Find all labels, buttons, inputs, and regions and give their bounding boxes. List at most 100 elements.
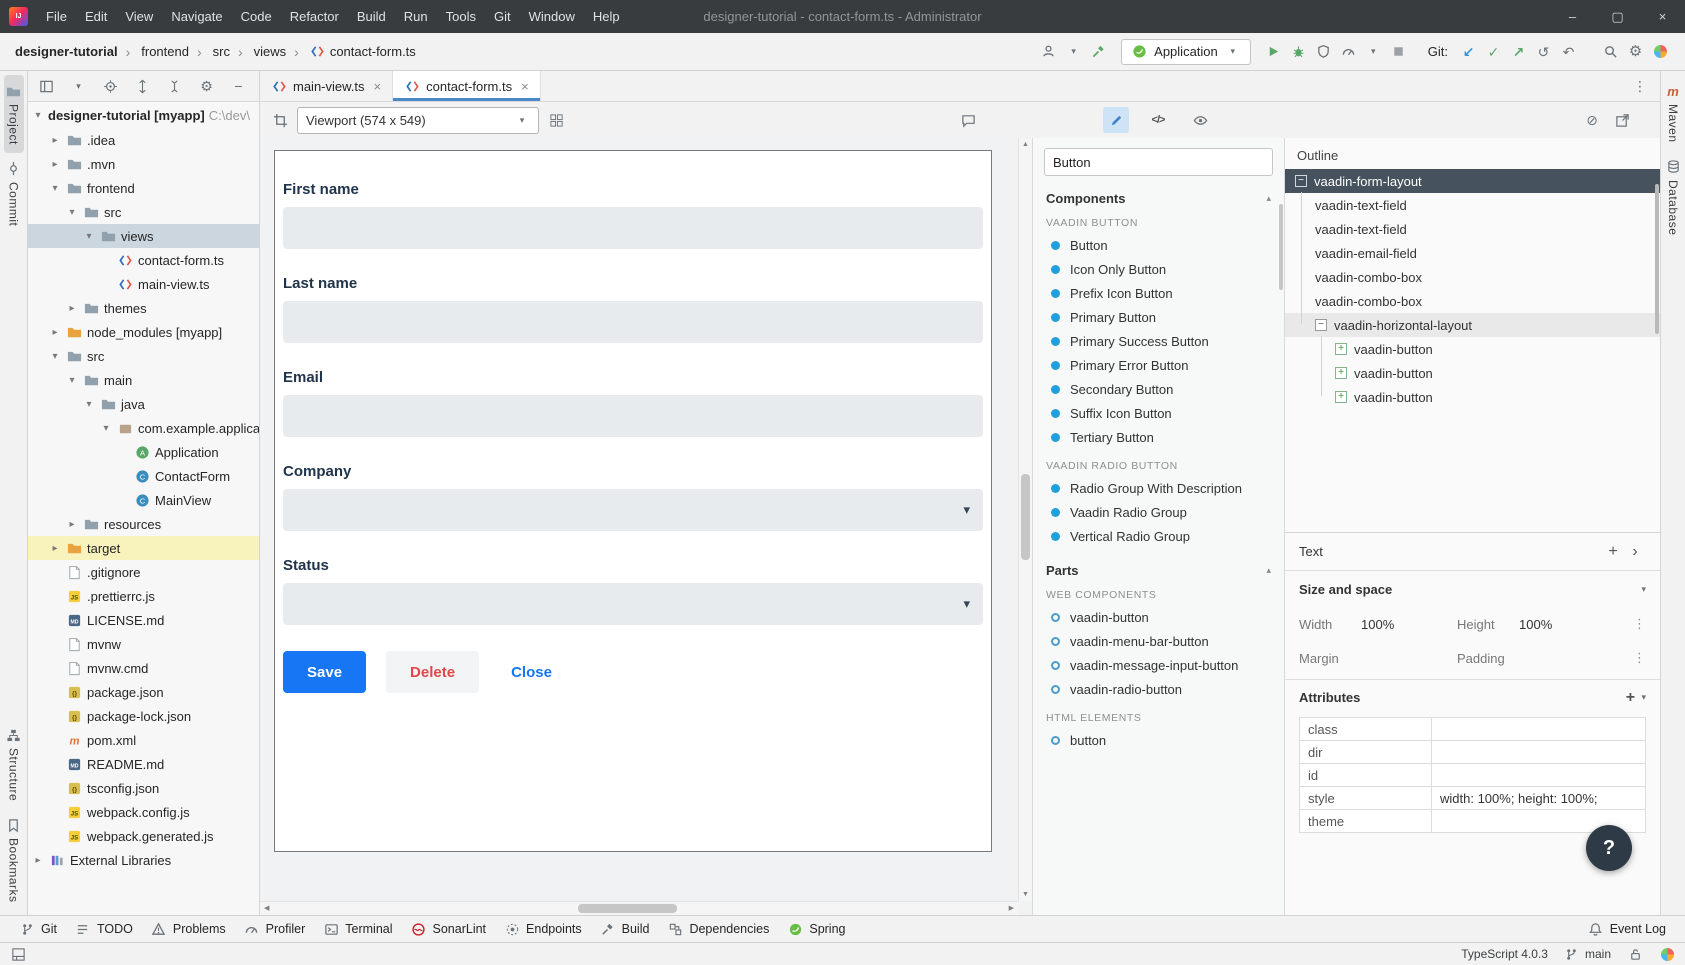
tree-chevron-icon[interactable]: ▾ (83, 399, 95, 410)
close-tab-icon[interactable]: × (521, 79, 529, 94)
scroll-up-icon[interactable]: ▲ (1019, 141, 1032, 148)
settings-icon[interactable]: ⚙ (1623, 39, 1648, 64)
tree-item[interactable]: mpom.xml (28, 728, 259, 752)
tree-item[interactable]: mvnw (28, 632, 259, 656)
tree-item[interactable]: mvnw.cmd (28, 656, 259, 680)
breadcrumb-item[interactable]: contact-form.ts (289, 44, 419, 60)
tool-window-button[interactable]: SonarLint (402, 916, 496, 942)
gear-icon[interactable]: ⚙ (194, 74, 219, 99)
palette-item[interactable]: Vaadin Radio Group (1044, 500, 1273, 524)
scroll-left-icon[interactable]: ◀ (264, 904, 269, 912)
stripe-tool-button[interactable]: Commit (4, 153, 24, 234)
menu-item[interactable]: Code (232, 0, 281, 33)
tree-item[interactable]: ▸themes (28, 296, 259, 320)
comment-icon[interactable] (960, 112, 976, 128)
tree-item[interactable]: ▾com.example.applica (28, 416, 259, 440)
collapse-section-icon[interactable]: ▴ (1266, 193, 1271, 204)
tree-chevron-icon[interactable]: ▸ (32, 855, 44, 866)
minimize-window-icon[interactable]: – (1550, 0, 1595, 33)
stripe-tool-button[interactable]: Bookmarks (4, 809, 24, 911)
chevron-down-icon[interactable]: ▾ (1361, 39, 1386, 64)
tree-item[interactable]: ▸External Libraries (28, 848, 259, 872)
field-input[interactable] (283, 207, 983, 249)
menu-item[interactable]: Build (348, 0, 395, 33)
expand-box-icon[interactable]: + (1335, 391, 1347, 403)
more-options-icon[interactable]: ⋮ (1605, 616, 1646, 632)
git-branch-widget[interactable]: main (1564, 946, 1611, 962)
tree-item[interactable]: .gitignore (28, 560, 259, 584)
tree-item[interactable]: ▾src (28, 200, 259, 224)
chevron-down-icon[interactable]: ▾ (32, 110, 44, 121)
git-push-icon[interactable]: ↗ (1506, 39, 1531, 64)
collapse-all-icon[interactable] (162, 74, 187, 99)
outline-node[interactable]: vaadin-text-field (1285, 193, 1660, 217)
tree-chevron-icon[interactable]: ▸ (49, 135, 61, 146)
field-input[interactable] (283, 395, 983, 437)
stripe-tool-button[interactable]: Database (1663, 151, 1683, 243)
edit-mode-button[interactable] (1103, 107, 1129, 133)
menu-item[interactable]: View (116, 0, 162, 33)
expand-box-icon[interactable]: + (1335, 367, 1347, 379)
palette-item[interactable]: Icon Only Button (1044, 257, 1273, 281)
stripe-tool-button[interactable]: Project (4, 75, 24, 153)
tree-chevron-icon[interactable]: ▾ (49, 183, 61, 194)
tree-chevron-icon[interactable]: ▸ (49, 327, 61, 338)
tree-item[interactable]: ▸.mvn (28, 152, 259, 176)
tool-window-button[interactable]: Dependencies (658, 916, 778, 942)
field-input[interactable] (283, 301, 983, 343)
tree-item[interactable]: ▸.idea (28, 128, 259, 152)
tab-options-icon[interactable]: ⋮ (1620, 71, 1660, 101)
palette-item[interactable]: vaadin-radio-button (1044, 677, 1273, 701)
attribute-value[interactable] (1432, 741, 1645, 763)
design-canvas[interactable]: First nameLast nameEmailCompany▾Status▾ … (274, 150, 992, 852)
outline-node[interactable]: −vaadin-form-layout (1285, 169, 1660, 193)
stop-icon[interactable] (1386, 39, 1411, 64)
rollback-icon[interactable]: ↶ (1556, 39, 1581, 64)
history-icon[interactable]: ↺ (1531, 39, 1556, 64)
expand-box-icon[interactable]: + (1335, 343, 1347, 355)
palette-item[interactable]: Primary Success Button (1044, 329, 1273, 353)
breadcrumb-item[interactable]: frontend (121, 44, 192, 60)
close-tab-icon[interactable]: × (374, 79, 382, 94)
scrollbar-thumb[interactable] (1021, 474, 1030, 560)
outline-node[interactable]: −vaadin-horizontal-layout (1285, 313, 1660, 337)
tree-chevron-icon[interactable]: ▸ (49, 543, 61, 554)
tool-window-button[interactable]: Build (591, 916, 659, 942)
layout-icon[interactable] (10, 946, 26, 962)
palette-item[interactable]: Vertical Radio Group (1044, 524, 1273, 548)
attribute-row[interactable]: stylewidth: 100%; height: 100%; (1300, 787, 1645, 810)
outline-node[interactable]: +vaadin-button (1285, 337, 1660, 361)
tree-chevron-icon[interactable]: ▸ (66, 303, 78, 314)
field-input[interactable]: ▾ (283, 583, 983, 625)
disable-highlight-icon[interactable]: ⊘ (1584, 112, 1600, 128)
breadcrumb-item[interactable]: designer-tutorial (12, 44, 121, 59)
viewport-frame-icon[interactable] (272, 112, 288, 128)
tree-item[interactable]: MDLICENSE.md (28, 608, 259, 632)
tool-window-button[interactable]: Endpoints (495, 916, 591, 942)
palette-scrollbar[interactable] (1279, 204, 1283, 290)
editor-tab[interactable]: contact-form.ts× (393, 71, 541, 101)
target-icon[interactable] (98, 74, 123, 99)
breadcrumb-item[interactable]: src (192, 44, 233, 60)
stripe-tool-button[interactable]: Structure (4, 719, 24, 809)
tree-chevron-icon[interactable]: ▾ (83, 231, 95, 242)
menu-item[interactable]: File (37, 0, 76, 33)
help-button[interactable]: ? (1586, 825, 1632, 871)
tool-window-button[interactable]: TODO (66, 916, 142, 942)
attribute-value[interactable] (1432, 718, 1645, 740)
width-value[interactable]: 100% (1361, 617, 1457, 632)
palette-item[interactable]: Tertiary Button (1044, 425, 1273, 449)
padding-label[interactable]: Padding (1457, 651, 1519, 666)
tree-item[interactable]: ▾java (28, 392, 259, 416)
tree-item[interactable]: main-view.ts (28, 272, 259, 296)
chevron-right-icon[interactable]: › (1624, 543, 1646, 561)
expand-box-icon[interactable]: − (1315, 319, 1327, 331)
menu-item[interactable]: Run (395, 0, 437, 33)
close-window-icon[interactable]: × (1640, 0, 1685, 33)
form-button[interactable]: Save (283, 651, 366, 693)
lock-icon[interactable] (1627, 946, 1643, 962)
outline-node[interactable]: +vaadin-button (1285, 361, 1660, 385)
height-value[interactable]: 100% (1519, 617, 1605, 632)
build-hammer-icon[interactable] (1086, 39, 1111, 64)
form-button[interactable]: Close (499, 651, 564, 693)
